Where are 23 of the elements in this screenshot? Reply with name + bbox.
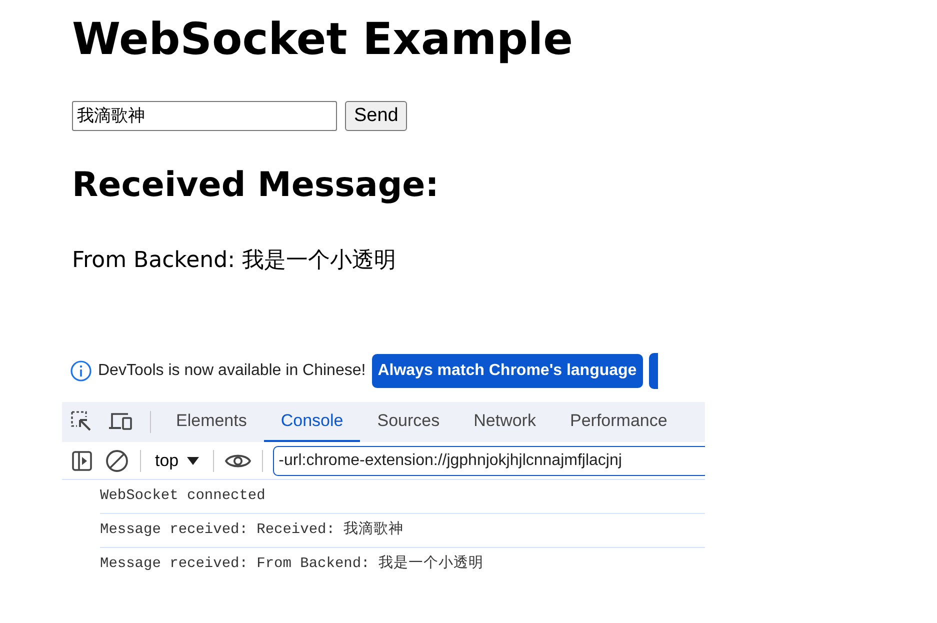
clear-icon[interactable] [104,448,130,474]
infobar-text: DevTools is now available in Chinese! [98,361,366,381]
received-message: From Backend: 我是一个小透明 [72,246,397,275]
sidebar-icon[interactable] [70,448,94,472]
console-message: Message received: Received: 我滴歌神 [100,514,705,548]
section-heading: Received Message: [72,164,440,206]
devtools-tab[interactable]: Elements [159,402,264,442]
console-message: Message received: From Backend: 我是一个小透明 [100,554,484,574]
context-label: top [155,450,179,472]
devtools-tab[interactable]: Console [264,402,360,442]
message-input[interactable]: 我滴歌神 [72,100,337,131]
context-selector[interactable]: top [151,448,203,474]
page-title: WebSocket Example [72,14,574,67]
infobar-button[interactable] [648,353,658,389]
send-button[interactable]: Send [345,100,408,131]
devtools-tab[interactable]: Network [456,402,553,442]
console-message: WebSocket connected [100,480,705,514]
info-icon [70,360,92,382]
devtools-tab[interactable]: Performance [552,402,684,442]
caret-icon[interactable] [186,456,199,464]
devtools-tab[interactable]: Sources [360,402,457,442]
language-button[interactable]: Always match Chrome's language [372,354,643,388]
filter-field[interactable]: -url:chrome-extension://jgphnjokjhjlcnnajmfjlacjnj [272,446,705,476]
